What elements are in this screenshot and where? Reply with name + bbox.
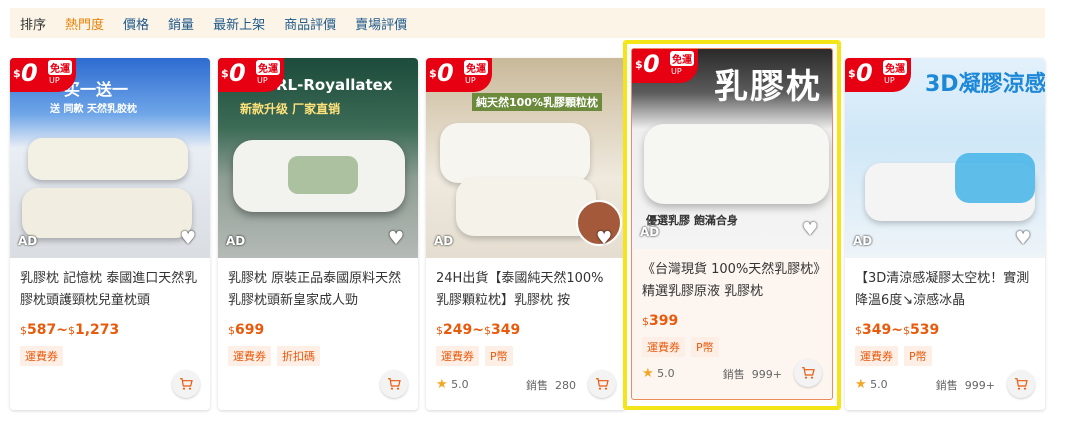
ad-label: AD (226, 234, 246, 248)
rating: ★ 5.0 (642, 366, 675, 381)
add-to-cart-button[interactable] (172, 370, 200, 398)
tag-discount-code: 折扣碼 (277, 346, 320, 366)
product-card[interactable]: 純天然100%乳膠顆粒枕 $ 0 免運 UP AD ♥ 24H出貨【泰國純天然1… (426, 58, 626, 410)
cart-icon (1015, 378, 1028, 390)
ad-label: AD (434, 234, 454, 248)
product-image[interactable]: 买一送一 送 同款 天然乳胶枕 $ 0 免運 UP AD ♥ (10, 58, 210, 258)
product-image[interactable]: RL-Royallatex 新款升级 厂家直销 $ 0 免運 UP AD ♥ (218, 58, 418, 258)
add-to-cart-button[interactable] (380, 370, 408, 398)
product-card-highlighted[interactable]: 乳膠枕 優選乳膠 飽滿合身 $ 0 免運 UP AD ♥ 《台灣現貨 100%天… (623, 40, 841, 410)
tag-p-coin: P幣 (691, 337, 719, 357)
tag-shipping-coupon: 運費券 (20, 346, 63, 366)
product-title[interactable]: 《台灣現貨 100%天然乳膠枕》精選乳膠原液 乳膠枕 (632, 249, 832, 303)
product-title[interactable]: 24H出貨【泰國純天然100%乳膠顆粒枕】乳膠枕 按 (426, 258, 626, 312)
product-price: $349~$539 (855, 322, 940, 338)
product-image[interactable]: 乳膠枕 優選乳膠 飽滿合身 $ 0 免運 UP AD ♥ (632, 49, 832, 249)
cart-icon (596, 378, 609, 390)
product-card[interactable]: 3D凝膠涼感記憶枕 $ 0 免運 UP AD ♥ 【3D清涼感凝膠太空枕！實測降… (845, 58, 1045, 410)
rating: ★ 5.0 (855, 377, 888, 392)
tag-shipping-coupon: 運費券 (228, 346, 271, 366)
tag-shipping-coupon: 運費券 (436, 346, 479, 366)
image-overlay-subtext: 優選乳膠 飽滿合身 (646, 214, 738, 227)
heart-icon[interactable]: ♥ (180, 230, 200, 248)
tag-shipping-coupon: 運費券 (855, 346, 898, 366)
image-overlay-text: 乳膠枕 (714, 67, 822, 107)
add-to-cart-button[interactable] (794, 359, 822, 387)
sort-option-price[interactable]: 價格 (123, 14, 149, 33)
free-shipping-badge: $ 0 免運 UP (10, 58, 76, 92)
sort-option-newest[interactable]: 最新上架 (213, 14, 265, 33)
sort-label: 排序 (20, 17, 47, 33)
sort-bar: 排序 熱門度 價格 銷量 最新上架 商品評價 賣場評價 (10, 8, 1045, 38)
product-title[interactable]: 乳膠枕 記憶枕 泰國進口天然乳膠枕頭護頸枕兒童枕頭 (10, 258, 210, 312)
product-card[interactable]: RL-Royallatex 新款升级 厂家直销 $ 0 免運 UP AD ♥ 乳… (218, 58, 418, 410)
product-image[interactable]: 純天然100%乳膠顆粒枕 $ 0 免運 UP AD ♥ (426, 58, 626, 258)
image-overlay-subtext: 新款升级 厂家直销 (240, 102, 341, 116)
product-card[interactable]: 买一送一 送 同款 天然乳胶枕 $ 0 免運 UP AD ♥ 乳膠枕 記憶枕 泰… (10, 58, 210, 410)
heart-icon[interactable]: ♥ (388, 230, 408, 248)
free-shipping-badge: $ 0 免運 UP (426, 58, 492, 92)
product-price: $587~$1,273 (20, 322, 120, 338)
add-to-cart-button[interactable] (588, 370, 616, 398)
heart-icon[interactable]: ♥ (1015, 230, 1035, 248)
free-shipping-badge: $ 0 免運 UP (632, 49, 698, 83)
image-overlay-text: 純天然100%乳膠顆粒枕 (472, 93, 602, 111)
ad-label: AD (640, 225, 660, 239)
product-image[interactable]: 3D凝膠涼感記憶枕 $ 0 免運 UP AD ♥ (845, 58, 1045, 258)
product-title[interactable]: 【3D清涼感凝膠太空枕！實測降溫6度↘涼感冰晶 (845, 258, 1045, 312)
star-icon: ★ (436, 377, 448, 392)
product-price: $699 (228, 322, 265, 338)
tag-p-coin: P幣 (485, 346, 513, 366)
add-to-cart-button[interactable] (1007, 370, 1035, 398)
sort-option-store-rating[interactable]: 賣場評價 (355, 14, 407, 33)
sold-count: 銷售 999+ (935, 379, 995, 392)
free-shipping-badge: $ 0 免運 UP (845, 58, 911, 92)
sold-count: 銷售 280 (526, 379, 576, 392)
sort-option-popularity[interactable]: 熱門度 (65, 14, 104, 33)
heart-icon[interactable]: ♥ (596, 230, 616, 248)
star-icon: ★ (642, 366, 654, 381)
heart-icon[interactable]: ♥ (802, 221, 822, 239)
tag-p-coin: P幣 (904, 346, 932, 366)
ad-label: AD (18, 234, 38, 248)
free-shipping-badge: $ 0 免運 UP (218, 58, 284, 92)
product-title[interactable]: 乳膠枕 原裝正品泰國原料天然乳膠枕頭新皇家成人勁 (218, 258, 418, 312)
cart-icon (802, 367, 815, 379)
cart-icon (388, 378, 401, 390)
ad-label: AD (853, 234, 873, 248)
product-price: $399 (642, 313, 679, 329)
tag-shipping-coupon: 運費券 (642, 337, 685, 357)
star-icon: ★ (855, 377, 867, 392)
sort-option-product-rating[interactable]: 商品評價 (284, 14, 336, 33)
rating: ★ 5.0 (436, 377, 469, 392)
sort-option-sales[interactable]: 銷量 (168, 14, 194, 33)
sold-count: 銷售 999+ (722, 368, 782, 381)
cart-icon (180, 378, 193, 390)
product-price: $249~$349 (436, 322, 521, 338)
image-overlay-text: RL-Royallatex (276, 76, 393, 94)
image-overlay-subtext: 送 同款 天然乳胶枕 (50, 104, 137, 115)
image-overlay-text: 3D凝膠涼感記憶枕 (925, 72, 1045, 97)
